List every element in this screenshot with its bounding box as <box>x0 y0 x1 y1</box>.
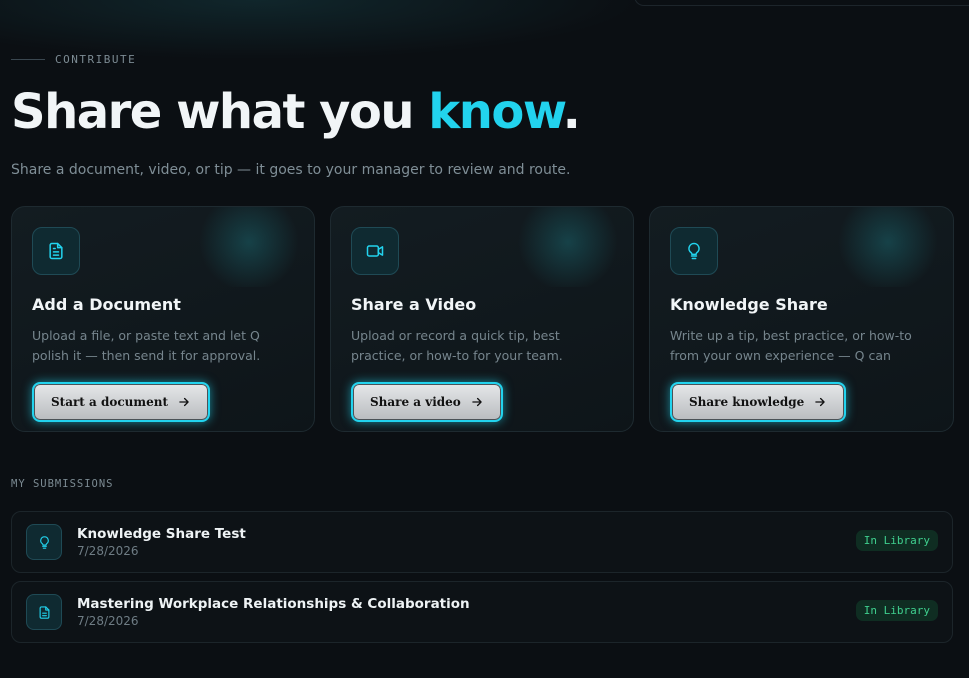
page-title-accent: know <box>428 84 564 140</box>
top-glow <box>0 0 640 60</box>
arrow-right-icon <box>179 397 189 407</box>
list-item[interactable]: Knowledge Share Test 7/28/2026 In Librar… <box>11 511 953 573</box>
my-submissions-heading: MY SUBMISSIONS <box>11 478 114 490</box>
share-knowledge-button[interactable]: Share knowledge <box>670 382 847 422</box>
eyebrow-label: CONTRIBUTE <box>55 53 137 66</box>
document-icon <box>32 227 80 275</box>
lightbulb-icon <box>670 227 718 275</box>
button-label: Share a video <box>370 395 461 409</box>
lightbulb-icon <box>26 524 62 560</box>
card-description: Write up a tip, best practice, or how-to… <box>670 328 912 363</box>
card-title: Add a Document <box>32 295 181 314</box>
card-title: Share a Video <box>351 295 477 314</box>
page-title: Share what you know. <box>11 84 581 140</box>
top-panel-edge <box>634 0 969 6</box>
video-camera-icon <box>351 227 399 275</box>
card-description: Upload or record a quick tip, best pract… <box>351 328 563 363</box>
card-description: Upload a file, or paste text and let Q p… <box>32 328 261 363</box>
status-badge: In Library <box>855 600 938 621</box>
submission-date: 7/28/2026 <box>77 544 139 558</box>
submission-text: Mastering Workplace Relationships & Coll… <box>77 596 470 628</box>
card-share-video: Share a Video Upload or record a quick t… <box>330 206 634 432</box>
contribute-page: CONTRIBUTE Share what you know. Share a … <box>0 0 969 678</box>
card-knowledge-share: Knowledge Share Write up a tip, best pra… <box>649 206 954 432</box>
submission-title: Mastering Workplace Relationships & Coll… <box>77 596 470 612</box>
arrow-right-icon <box>815 397 826 407</box>
card-glow <box>194 207 304 287</box>
card-glow <box>513 207 623 287</box>
card-title: Knowledge Share <box>670 295 828 314</box>
share-video-button[interactable]: Share a video <box>351 382 503 422</box>
eyebrow: CONTRIBUTE <box>11 53 136 66</box>
submission-text: Knowledge Share Test 7/28/2026 <box>77 526 246 558</box>
button-label: Start a document <box>51 395 169 409</box>
status-badge: In Library <box>855 530 938 551</box>
document-icon <box>26 594 62 630</box>
contribution-cards: Add a Document Upload a file, or paste t… <box>11 206 954 432</box>
start-document-button[interactable]: Start a document <box>32 382 211 422</box>
page-title-end: . <box>562 84 581 140</box>
card-add-document: Add a Document Upload a file, or paste t… <box>11 206 315 432</box>
button-label: Share knowledge <box>689 395 805 409</box>
submission-date: 7/28/2026 <box>77 614 139 628</box>
submissions-list: Knowledge Share Test 7/28/2026 In Librar… <box>11 511 953 651</box>
list-item[interactable]: Mastering Workplace Relationships & Coll… <box>11 581 953 643</box>
eyebrow-line <box>11 59 45 60</box>
submission-title: Knowledge Share Test <box>77 526 246 542</box>
page-title-main: Share what you <box>11 84 429 140</box>
card-glow <box>833 207 943 287</box>
page-subtitle: Share a document, video, or tip — it goe… <box>11 162 571 178</box>
arrow-right-icon <box>472 397 482 407</box>
